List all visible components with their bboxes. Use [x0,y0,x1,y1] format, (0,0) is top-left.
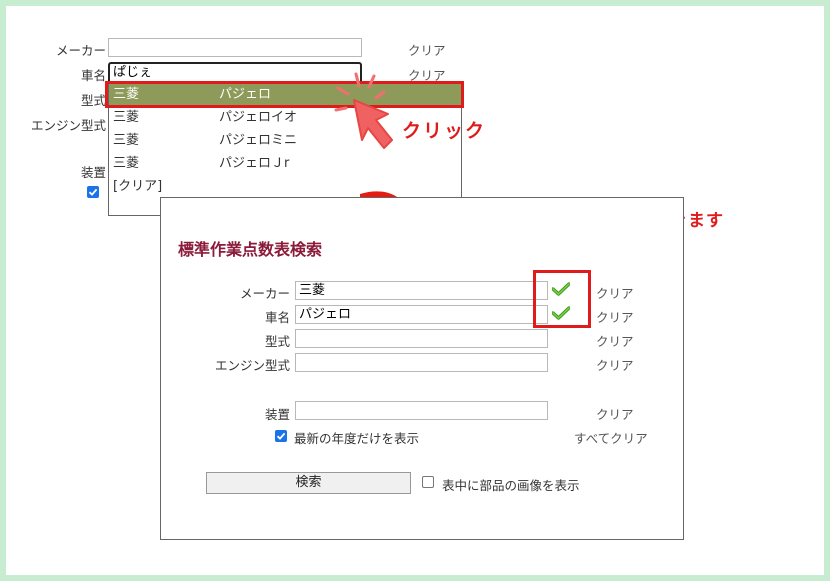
panel-equip-clear-link[interactable]: クリア [596,404,634,423]
latest-year-checkbox-top[interactable] [87,186,99,198]
checkmark-icon [276,432,286,440]
checkmark-icon [88,188,98,196]
click-annotation: クリック [402,120,487,142]
car-check-icon [552,306,570,320]
maker-check-icon [552,282,570,296]
selected-row-highlight [105,81,464,108]
panel-model-input[interactable] [295,329,548,348]
engine-label: エンジン型式 [30,118,106,133]
maker-input[interactable] [108,38,362,57]
search-button[interactable]: 検索 [206,472,411,494]
dropdown-item-car: パジェロＪr [219,156,290,171]
panel-maker-clear-link[interactable]: クリア [596,283,634,302]
panel-model-label: 型式 [264,334,290,349]
dropdown-item[interactable]: 三菱 パジェロＪr [109,153,461,175]
panel-car-label: 車名 [264,310,290,325]
panel-equip-label: 装置 [264,407,290,422]
panel-maker-label: メーカー [239,286,290,301]
maker-label: メーカー [55,43,106,58]
panel-model-clear-link[interactable]: クリア [596,331,634,350]
panel-equip-input[interactable] [295,401,548,420]
clear-all-link[interactable]: すべてクリア [574,428,648,447]
dropdown-item-maker: 三菱 [113,110,140,125]
click-pointer-icon [334,72,393,149]
car-label: 車名 [80,68,106,83]
panel-engine-label: エンジン型式 [214,358,290,373]
panel-engine-input[interactable] [295,353,548,372]
panel-car-clear-link[interactable]: クリア [596,307,634,326]
maker-clear-link[interactable]: クリア [408,40,446,59]
latest-year-checkbox[interactable] [275,430,287,442]
dropdown-item-car: パジェロイオ [219,110,298,125]
dropdown-item-car: パジェロミニ [219,133,298,148]
panel-car-input[interactable]: パジェロ [295,305,548,324]
latest-year-label: 最新の年度だけを表示 [294,431,420,446]
show-images-label: 表中に部品の画像を表示 [442,478,580,493]
show-images-checkbox[interactable] [422,476,434,488]
panel-maker-input[interactable]: 三菱 [295,281,548,300]
equip-label: 装置 [80,165,106,180]
panel-engine-clear-link[interactable]: クリア [596,355,634,374]
model-label: 型式 [80,93,106,108]
dropdown-item-maker: 三菱 [113,133,140,148]
panel-title: 標準作業点数表検索 [178,240,323,259]
dropdown-item-maker: 三菱 [113,156,140,171]
